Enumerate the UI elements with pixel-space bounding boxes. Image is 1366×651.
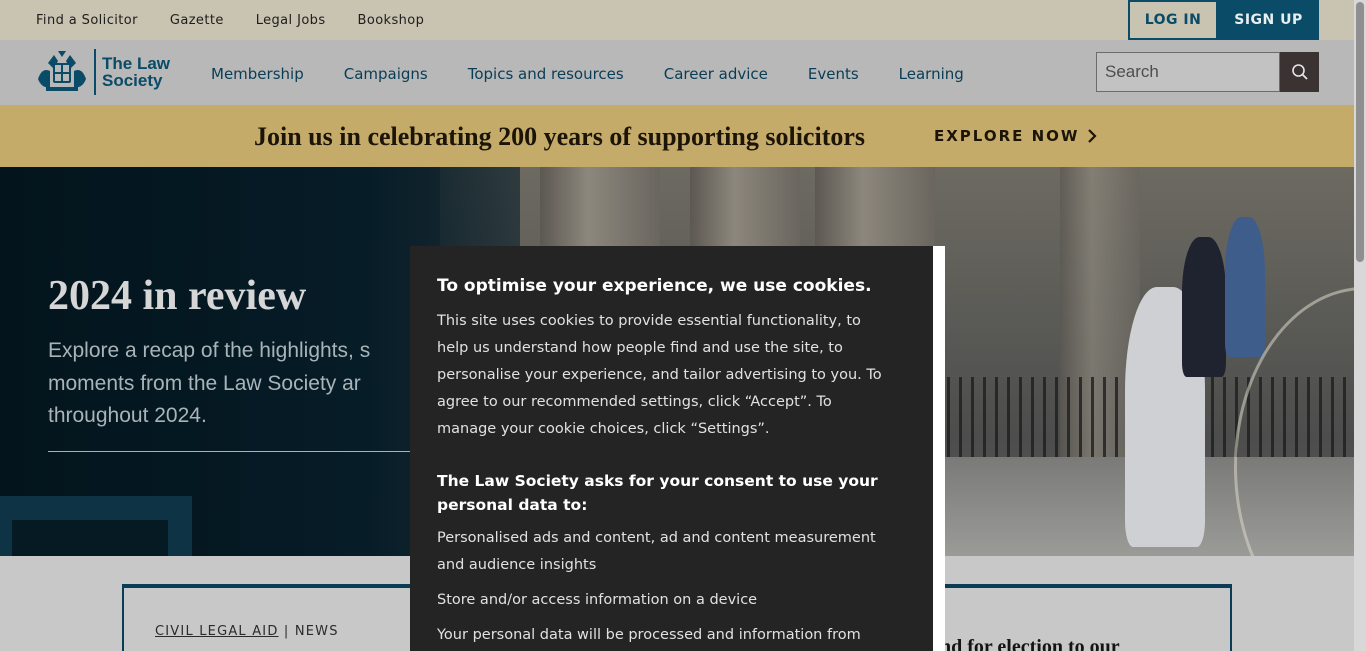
nav-topics-and-resources[interactable]: Topics and resources [468, 65, 624, 83]
consent-item-storage: Store and/or access information on a dev… [437, 592, 758, 608]
banner-text: Join us in celebrating 200 years of supp… [254, 122, 866, 151]
nav-events[interactable]: Events [808, 65, 859, 83]
chevron-right-icon [1088, 129, 1098, 143]
news-label: NEWS [294, 624, 339, 639]
utility-bar: Find a Solicitor Gazette Legal Jobs Book… [0, 0, 1366, 40]
explore-now-label: EXPLORE NOW [934, 127, 1080, 145]
cookie-body: This site uses cookies to provide essent… [437, 313, 882, 437]
hero-subtitle-line-2: moments from the Law Society ar [48, 371, 361, 395]
auth-buttons: LOG IN SIGN UP [1128, 0, 1319, 40]
cookie-title: To optimise your experience, we use cook… [437, 276, 872, 296]
election-card[interactable]: nd for election to our [930, 584, 1232, 651]
login-button[interactable]: LOG IN [1128, 0, 1218, 40]
crest-icon [38, 51, 86, 91]
nav-career-advice[interactable]: Career advice [664, 65, 768, 83]
page-scrollbar[interactable] [1354, 0, 1366, 651]
nav-membership[interactable]: Membership [211, 65, 304, 83]
news-card-tag: CIVIL LEGAL AID | NEWS [155, 624, 339, 639]
consent-heading: The Law Society asks for your consent to… [437, 472, 878, 514]
consent-item-ads: Personalised ads and content, ad and con… [437, 530, 876, 573]
law-society-logo[interactable]: The Law Society [34, 49, 170, 95]
hero-subtitle-line-3: throughout 2024. [48, 404, 207, 427]
logo-divider [94, 49, 96, 95]
signup-button[interactable]: SIGN UP [1218, 0, 1319, 40]
hero-title: 2024 in review [48, 273, 307, 319]
cookie-consent-dialog: To optimise your experience, we use cook… [410, 246, 945, 651]
search-icon [1291, 64, 1308, 80]
hero-subtitle: Explore a recap of the highlights, s mom… [48, 335, 428, 433]
main-header: The Law Society Membership Campaigns Top… [0, 40, 1366, 105]
hero-rule [48, 451, 418, 452]
nav-learning[interactable]: Learning [899, 65, 964, 83]
logo-line-2: Society [102, 71, 163, 90]
legal-jobs-link[interactable]: Legal Jobs [256, 13, 326, 28]
consent-item-processing: Your personal data will be processed and… [437, 627, 861, 643]
person-figure-2 [1182, 237, 1226, 377]
nav-campaigns[interactable]: Campaigns [344, 65, 428, 83]
gazette-link[interactable]: Gazette [170, 13, 224, 28]
search-input[interactable] [1096, 52, 1280, 92]
explore-now-link[interactable]: EXPLORE NOW [934, 127, 1098, 145]
civil-legal-aid-link[interactable]: CIVIL LEGAL AID [155, 624, 279, 639]
logo-line-1: The Law [102, 54, 171, 73]
tag-separator: | [278, 624, 295, 639]
logo-wordmark: The Law Society [102, 55, 170, 89]
primary-nav: Membership Campaigns Topics and resource… [211, 65, 964, 83]
person-figure-3 [1225, 217, 1265, 357]
election-card-headline[interactable]: nd for election to our [940, 636, 1120, 651]
decorative-block-inner [12, 520, 168, 556]
hero-subtitle-line-1: Explore a recap of the highlights, s [48, 339, 371, 362]
find-a-solicitor-link[interactable]: Find a Solicitor [36, 13, 138, 28]
scrollbar-thumb[interactable] [1356, 2, 1364, 262]
search-button[interactable] [1280, 52, 1319, 92]
bicentenary-banner: Join us in celebrating 200 years of supp… [0, 105, 1366, 167]
search-box [1096, 52, 1319, 92]
news-card[interactable]: CIVIL LEGAL AID | NEWS [122, 584, 422, 651]
bookshop-link[interactable]: Bookshop [358, 13, 425, 28]
utility-links: Find a Solicitor Gazette Legal Jobs Book… [36, 13, 424, 28]
